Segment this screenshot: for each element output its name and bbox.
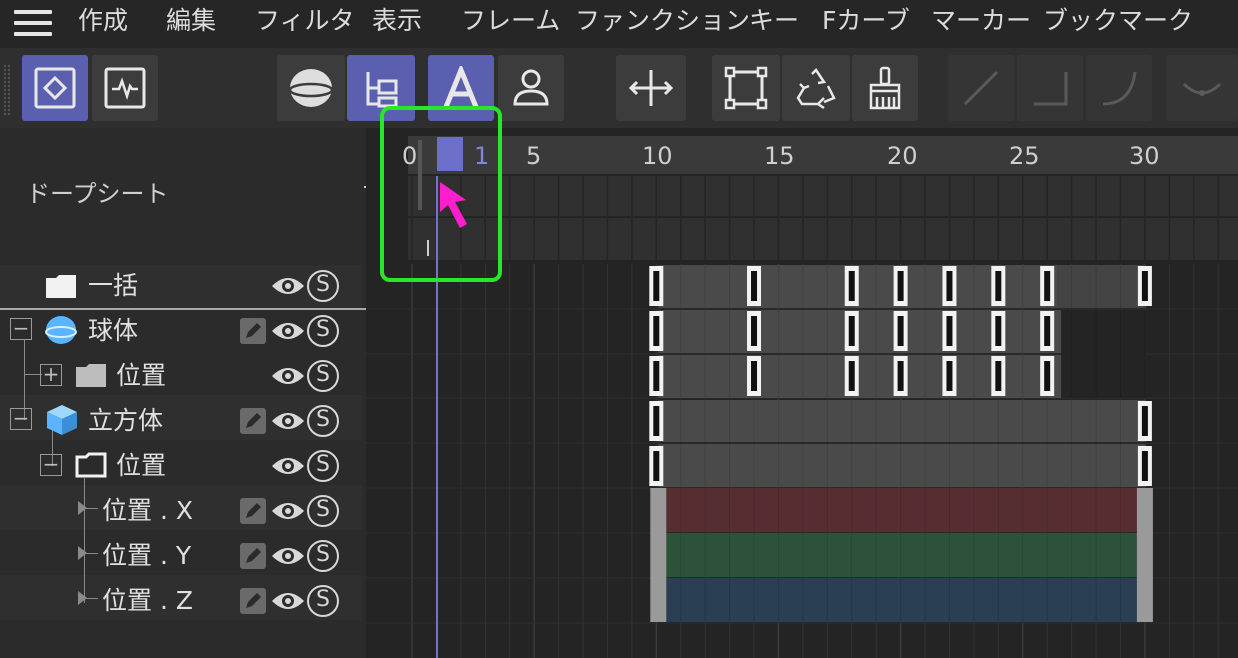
row-icons-layer: SSSSSSSS [0,0,362,658]
ease-icon [1182,82,1222,96]
ruler-tick-30: 30 [1129,142,1160,170]
keyframe-inner [653,316,660,346]
recycle-icon [796,68,836,110]
linear-icon [963,70,999,106]
hierarchy-icon [366,72,398,108]
frame-icon [724,66,768,110]
ruler-tick-15: 15 [764,142,795,170]
solo-s-icon[interactable]: S [307,495,339,527]
menu-view[interactable]: 表示 [372,5,422,37]
curve-endcap [1136,488,1153,622]
eye-icon[interactable] [270,454,306,478]
recycle-button[interactable] [782,55,850,121]
summary-lane [408,218,1238,260]
pen-icon[interactable] [240,543,266,569]
eye-icon[interactable] [270,274,306,298]
move-button[interactable] [616,55,686,121]
summary-lane [408,176,1238,216]
summary-track-tail [1057,265,1146,308]
step-button[interactable] [1017,55,1083,121]
sphere-track-end [1061,355,1146,398]
position-y-track [658,533,1146,577]
keyframe-inner [946,271,953,301]
keyframe-inner [995,271,1002,301]
menu-bookmark[interactable]: ブックマーク [1043,5,1193,37]
keyframe-inner [1044,271,1051,301]
ease-button[interactable] [1166,55,1238,121]
pen-icon[interactable] [240,318,266,344]
step-icon [1034,72,1068,106]
ruler-tick-10: 10 [642,142,673,170]
menu-fcurve[interactable]: Fカーブ [822,5,910,37]
keyframe-inner [653,406,660,436]
eye-icon[interactable] [270,409,306,433]
keyframe-inner [751,316,758,346]
ruler-tick-5: 5 [526,142,542,170]
keyframe-inner [653,451,660,481]
pen-icon[interactable] [240,588,266,614]
keyframe-inner [995,361,1002,391]
ruler-tick-20: 20 [887,142,918,170]
curve-endcap [650,488,667,622]
user-mode-button[interactable] [498,55,564,121]
menu-frame[interactable]: フレーム [461,5,560,37]
keyframe-inner [897,316,904,346]
linear-button[interactable] [948,55,1014,121]
keyframe-inner [1141,451,1148,481]
menu-marker[interactable]: マーカー [931,5,1031,37]
cube-position-track [658,444,1146,487]
eye-icon[interactable] [270,319,306,343]
eye-icon[interactable] [270,364,306,388]
keyframe-inner [751,271,758,301]
solo-s-icon[interactable]: S [307,360,339,392]
move-arrows-icon [628,70,674,106]
keyframe-inner [848,361,855,391]
solo-s-icon[interactable]: S [307,450,339,482]
keyframe-inner [946,316,953,346]
position-x-track [658,488,1146,532]
keyframe-inner [1044,316,1051,346]
solo-s-icon[interactable]: S [307,315,339,347]
position-z-track [658,578,1146,622]
ruler-tick-25: 25 [1009,142,1040,170]
pen-icon[interactable] [240,498,266,524]
pen-icon[interactable] [240,408,266,434]
lane-gap [408,260,1238,264]
keyframe-inner [653,361,660,391]
eye-icon[interactable] [270,499,306,523]
keyframe-inner [1044,361,1051,391]
mouse-cursor-icon [440,182,467,228]
keyframe-inner [946,361,953,391]
clean-button[interactable] [852,55,918,121]
frame-all-button[interactable] [712,55,780,121]
solo-s-icon[interactable]: S [307,270,339,302]
keyframe-inner [897,361,904,391]
eye-icon[interactable] [270,544,306,568]
menu-function[interactable]: ファンクション [575,5,750,37]
solo-s-icon[interactable]: S [307,405,339,437]
solo-s-icon[interactable]: S [307,585,339,617]
menu-key[interactable]: キー [749,5,799,37]
keyframe-inner [653,271,660,301]
broom-icon [869,66,901,110]
person-icon [513,69,549,106]
keyframe-inner [848,271,855,301]
keyframe-inner [1141,271,1148,301]
eye-icon[interactable] [270,589,306,613]
keyframe-inner [1141,406,1148,436]
letter-a-icon [443,66,479,108]
cube-track [658,400,1146,443]
keyframe-inner [995,316,1002,346]
keyframe-inner [751,361,758,391]
spline-icon [1102,71,1137,106]
spline-button[interactable] [1086,55,1152,121]
keyframe-inner [897,271,904,301]
keyframe-inner [848,316,855,346]
solo-s-icon[interactable]: S [307,540,339,572]
